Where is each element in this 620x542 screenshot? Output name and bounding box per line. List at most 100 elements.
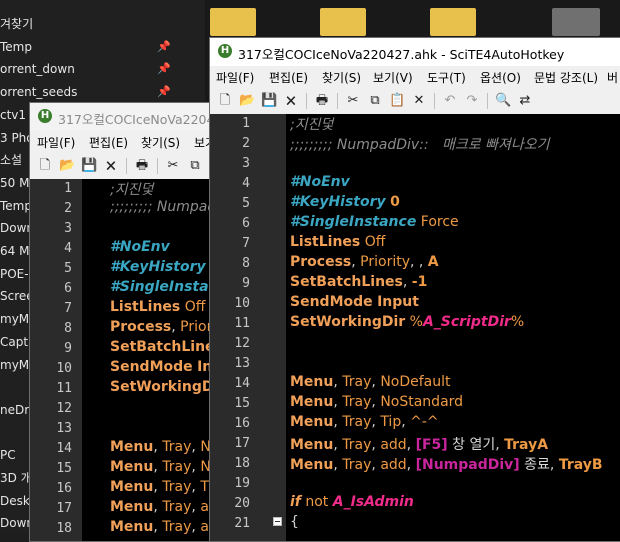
- redo-icon[interactable]: ↷: [464, 93, 480, 109]
- code-token: Menu: [290, 457, 334, 473]
- code-line[interactable]: #KeyHistory 0: [110, 259, 220, 275]
- code-token: Tray: [162, 439, 192, 455]
- code-token: ,: [191, 459, 201, 475]
- code-line[interactable]: Process, Priorit: [110, 319, 222, 335]
- menu-item[interactable]: 문법 강조(L): [534, 69, 598, 86]
- delete-icon[interactable]: ✕: [411, 93, 427, 109]
- menu-item[interactable]: 보기(V): [373, 69, 413, 86]
- code-line[interactable]: Menu, Tray, No: [110, 439, 219, 455]
- save-icon[interactable]: 💾: [81, 158, 97, 174]
- code-line[interactable]: SetWorkingDir %A_ScriptDir%: [290, 314, 524, 330]
- menu-item[interactable]: 찾기(S): [141, 134, 180, 151]
- code-line[interactable]: Menu, Tray, NoStandard: [290, 394, 463, 410]
- line-number: 2: [242, 136, 250, 151]
- code-line[interactable]: #KeyHistory 0: [290, 194, 400, 210]
- open-folder-icon[interactable]: 📂: [239, 93, 255, 109]
- code-line[interactable]: if not A_IsAdmin: [290, 494, 414, 510]
- fold-toggle-icon[interactable]: [273, 517, 282, 526]
- code-line[interactable]: ListLines Off: [110, 299, 205, 315]
- nav-item[interactable]: Temp: [0, 195, 32, 217]
- code-token: ,: [333, 457, 343, 473]
- code-line[interactable]: #NoEnv: [110, 239, 170, 255]
- menu-item[interactable]: 옵션(O): [480, 69, 521, 86]
- line-number: 7: [242, 236, 250, 251]
- code-line[interactable]: Menu, Tray, Tip, ^-^: [290, 414, 439, 430]
- copy-icon[interactable]: ⧉: [187, 158, 203, 174]
- window-title: 317오컬COCIceNoVa220427.ahk - SciTE4AutoHo…: [58, 112, 228, 127]
- nav-item[interactable]: 소설: [0, 149, 22, 171]
- code-line[interactable]: ;지진덫: [290, 114, 333, 134]
- line-number: 1: [64, 181, 72, 196]
- code-token: SendMode: [110, 359, 193, 375]
- scite-window-background[interactable]: H 317오컬COCIceNoVa220427.ahk - SciTE4Auto…: [29, 102, 229, 542]
- line-number: 21: [234, 516, 250, 531]
- print-icon[interactable]: 🖶: [314, 93, 330, 109]
- code-line[interactable]: ;;;;;;;;; NumpadDiv:: 매크로 빠져나오기: [290, 134, 549, 154]
- code-token: ,: [371, 394, 381, 410]
- code-token: ,: [371, 457, 381, 473]
- file-thumbnail[interactable]: [552, 8, 600, 36]
- scite-window-active[interactable]: H 317오컬COCIceNoVa220427.ahk - SciTE4Auto…: [209, 37, 620, 542]
- code-token: Tray: [162, 459, 192, 475]
- code-line[interactable]: Menu, Tray, No: [110, 459, 219, 475]
- undo-icon[interactable]: ↶: [442, 93, 458, 109]
- code-line[interactable]: #SingleInstance Force: [290, 214, 459, 230]
- open-folder-icon[interactable]: 📂: [59, 158, 75, 174]
- code-line[interactable]: SendMode Input: [290, 294, 419, 310]
- line-number: 18: [234, 456, 250, 471]
- cut-icon[interactable]: ✂: [165, 158, 181, 174]
- menu-item[interactable]: 편집(E): [89, 134, 128, 151]
- nav-item[interactable]: PC: [0, 444, 16, 466]
- nav-item[interactable]: orrent_seeds 📌: [0, 81, 171, 103]
- paste-icon[interactable]: 📋: [389, 93, 405, 109]
- line-number: 17: [234, 436, 250, 451]
- menu-item[interactable]: 찾기(S): [322, 69, 361, 86]
- code-line[interactable]: Menu, Tray, Tip: [110, 479, 221, 495]
- code-line[interactable]: ListLines Off: [290, 234, 385, 250]
- nav-item[interactable]: Temp 📌: [0, 36, 171, 58]
- close-file-icon[interactable]: 🗙: [283, 93, 299, 109]
- nav-item[interactable]: ctv1: [0, 104, 26, 126]
- folder-thumbnail[interactable]: [320, 8, 366, 36]
- code-token: ,: [371, 437, 381, 453]
- close-file-icon[interactable]: 🗙: [103, 158, 119, 174]
- save-icon[interactable]: 💾: [261, 93, 277, 109]
- code-line[interactable]: SetWorkingDi: [110, 379, 218, 395]
- code-line[interactable]: ;지진덫: [110, 179, 153, 199]
- find-icon[interactable]: 🔍: [495, 93, 511, 109]
- code-line[interactable]: SendMode Inp: [110, 359, 222, 375]
- code-line[interactable]: Process, Priority, , A: [290, 254, 439, 270]
- code-line[interactable]: Menu, Tray, ad: [110, 499, 218, 515]
- code-line[interactable]: Menu, Tray, add, [F5] 창 열기, TrayA: [290, 434, 548, 454]
- code-token: Tray: [342, 414, 372, 430]
- code-token: Menu: [110, 479, 154, 495]
- folder-thumbnail[interactable]: [430, 8, 476, 36]
- code-line[interactable]: #NoEnv: [290, 174, 350, 190]
- line-number: 8: [242, 256, 250, 271]
- code-line[interactable]: SetBatchLines, -1: [290, 274, 427, 290]
- code-token: ,: [402, 274, 412, 290]
- copy-icon[interactable]: ⧉: [367, 93, 383, 109]
- replace-icon[interactable]: ⇄: [517, 93, 533, 109]
- new-file-icon[interactable]: 🗋: [37, 158, 53, 174]
- title-bar[interactable]: H 317오컬COCIceNoVa220427.ahk - SciTE4Auto…: [210, 38, 620, 66]
- menu-item[interactable]: 파일(F): [37, 134, 75, 151]
- code-editor[interactable]: 1 2 3 4 5 6 7 8 9 10 11 12 13 14 15 16 17 18 ;지진덫;;;;;;;;…: [30, 179, 228, 541]
- code-line[interactable]: Menu, Tray, NoDefault: [290, 374, 451, 390]
- menu-item[interactable]: 편집(E): [269, 69, 308, 86]
- menu-item[interactable]: 도구(T): [427, 69, 466, 86]
- menu-item[interactable]: 파일(F): [216, 69, 254, 86]
- code-editor[interactable]: 1 2 3 4 5 6 7 8 9 10 11 12 13 14 15 16 17 18 19 20 21 ;지진덫;;…: [210, 114, 620, 541]
- new-file-icon[interactable]: 🗋: [217, 93, 233, 109]
- title-bar[interactable]: H 317오컬COCIceNoVa220427.ahk - SciTE4Auto…: [30, 103, 228, 131]
- cut-icon[interactable]: ✂: [345, 93, 361, 109]
- code-line[interactable]: {: [290, 514, 299, 530]
- nav-item[interactable]: 겨찾기: [0, 13, 33, 35]
- nav-item[interactable]: 3D 개: [0, 467, 32, 489]
- menu-item[interactable]: 버: [607, 69, 618, 86]
- code-line[interactable]: Menu, Tray, add, [NumpadDiv] 종료, TrayB: [290, 454, 603, 474]
- code-token: 종료: [519, 457, 550, 473]
- folder-thumbnail[interactable]: [210, 8, 256, 36]
- print-icon[interactable]: 🖶: [134, 158, 150, 174]
- nav-item[interactable]: orrent_down 📌: [0, 58, 171, 80]
